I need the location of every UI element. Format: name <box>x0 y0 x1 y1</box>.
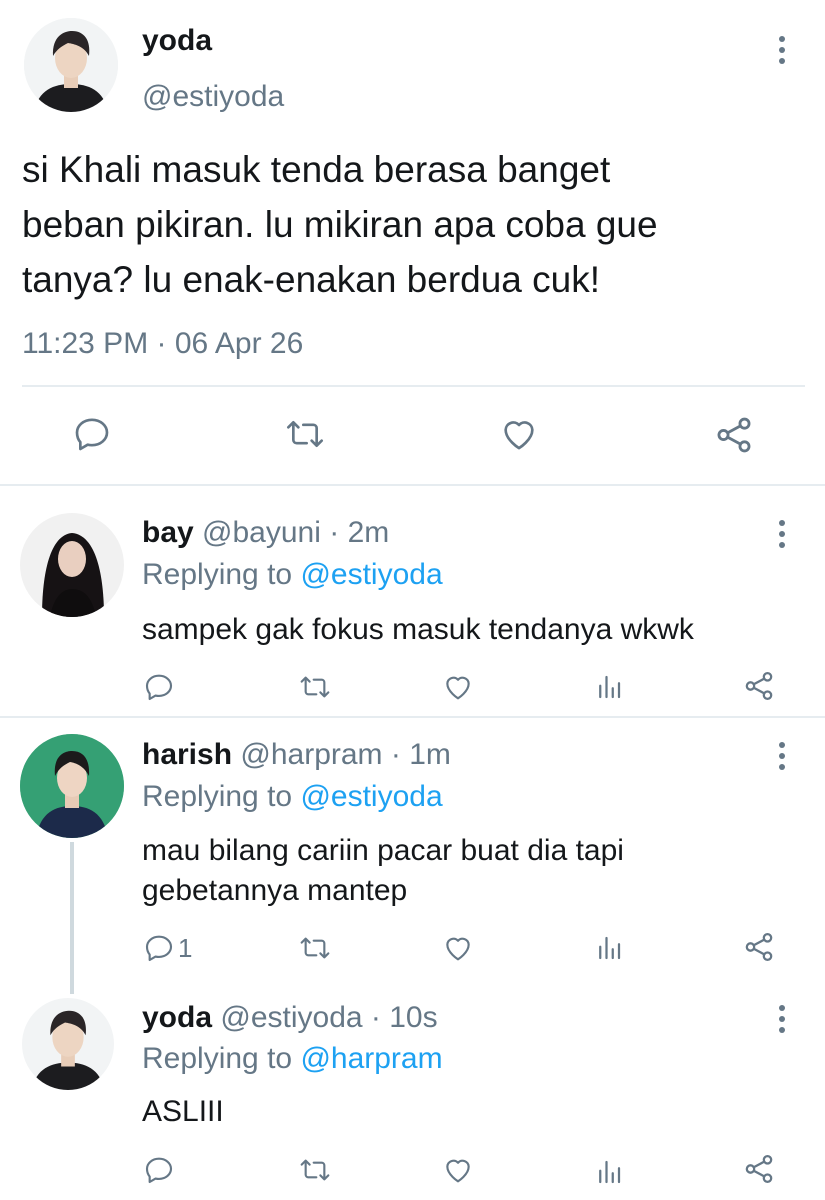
reply-header: bay @bayuni · 2m <box>142 516 389 550</box>
more-options-icon[interactable] <box>777 520 787 548</box>
share-icon[interactable] <box>742 1152 776 1186</box>
share-icon[interactable] <box>742 930 776 964</box>
tweet-text-line: tanya? lu enak-enakan berdua cuk! <box>22 259 601 300</box>
replying-to-label: Replying to <box>142 1042 301 1075</box>
replying-to-line: Replying to @estiyoda <box>142 558 443 592</box>
retweet-icon[interactable] <box>298 1154 332 1186</box>
reply-display-name[interactable]: harish <box>142 738 232 771</box>
reply-icon[interactable] <box>72 414 112 454</box>
replying-to-line: Replying to @estiyoda <box>142 780 443 814</box>
avatar[interactable] <box>20 513 124 617</box>
reply-time[interactable]: · 1m <box>391 738 451 771</box>
share-icon[interactable] <box>742 669 776 703</box>
reply-handle[interactable]: @harpram <box>240 738 382 771</box>
more-options-icon[interactable] <box>777 36 787 64</box>
replying-to-link[interactable]: @harpram <box>300 1042 442 1075</box>
timestamp-divider <box>22 385 805 387</box>
avatar-image <box>24 18 118 112</box>
tweet-text: si Khali masuk tenda berasa banget beban… <box>22 142 658 307</box>
reply-header: yoda @estiyoda · 10s <box>142 1001 438 1035</box>
share-icon[interactable] <box>713 414 755 456</box>
section-divider <box>0 716 825 718</box>
avatar-image <box>22 998 114 1090</box>
thread-line <box>70 842 74 994</box>
more-options-icon[interactable] <box>777 742 787 770</box>
replying-to-label: Replying to <box>142 558 301 591</box>
retweet-icon[interactable] <box>283 414 327 454</box>
reply-icon[interactable] <box>143 671 175 703</box>
reply-text-line: sampek gak fokus masuk tendanya wkwk <box>142 613 694 646</box>
reply-display-name[interactable]: yoda <box>142 1001 212 1034</box>
like-icon[interactable] <box>498 414 540 454</box>
avatar-image <box>20 734 124 838</box>
more-options-icon[interactable] <box>777 1005 787 1033</box>
reply-display-name[interactable]: bay <box>142 516 194 549</box>
like-icon[interactable] <box>441 932 475 964</box>
avatar[interactable] <box>20 734 124 838</box>
reply-count: 1 <box>178 933 193 963</box>
like-icon[interactable] <box>441 1154 475 1186</box>
author-display-name[interactable]: yoda <box>142 24 212 58</box>
section-divider <box>0 484 825 486</box>
reply-text-line: mau bilang cariin pacar buat dia tapi <box>142 834 624 867</box>
reply-time[interactable]: · 10s <box>371 1001 438 1034</box>
reply-text: mau bilang cariin pacar buat dia tapi ge… <box>142 831 624 911</box>
reply-header: harish @harpram · 1m <box>142 738 451 772</box>
replying-to-line: Replying to @harpram <box>142 1042 443 1076</box>
reply-icon[interactable] <box>143 1154 175 1186</box>
analytics-icon[interactable] <box>594 671 624 703</box>
reply-handle[interactable]: @estiyoda <box>220 1001 362 1034</box>
reply-text-line: gebetannya mantep <box>142 874 408 907</box>
tweet-text-line: beban pikiran. lu mikiran apa coba gue <box>22 204 658 245</box>
avatar[interactable] <box>24 18 118 112</box>
avatar[interactable] <box>22 998 114 1090</box>
reply-text: ASLIII <box>142 1092 224 1132</box>
retweet-icon[interactable] <box>298 671 332 703</box>
analytics-icon[interactable] <box>594 932 624 964</box>
reply-time[interactable]: · 2m <box>329 516 389 549</box>
tweet-text-line: si Khali masuk tenda berasa banget <box>22 149 611 190</box>
analytics-icon[interactable] <box>594 1156 624 1188</box>
like-icon[interactable] <box>441 671 475 703</box>
replying-to-link[interactable]: @estiyoda <box>300 558 442 591</box>
reply-icon[interactable] <box>143 932 175 964</box>
replying-to-link[interactable]: @estiyoda <box>300 780 442 813</box>
reply-text-line: ASLIII <box>142 1095 224 1128</box>
avatar-image <box>20 513 124 617</box>
reply-handle[interactable]: @bayuni <box>202 516 321 549</box>
retweet-icon[interactable] <box>298 932 332 964</box>
reply-text: sampek gak fokus masuk tendanya wkwk <box>142 610 694 650</box>
replying-to-label: Replying to <box>142 780 301 813</box>
author-handle[interactable]: @estiyoda <box>142 80 284 114</box>
tweet-timestamp[interactable]: 11:23 PM · 06 Apr 26 <box>22 327 303 361</box>
